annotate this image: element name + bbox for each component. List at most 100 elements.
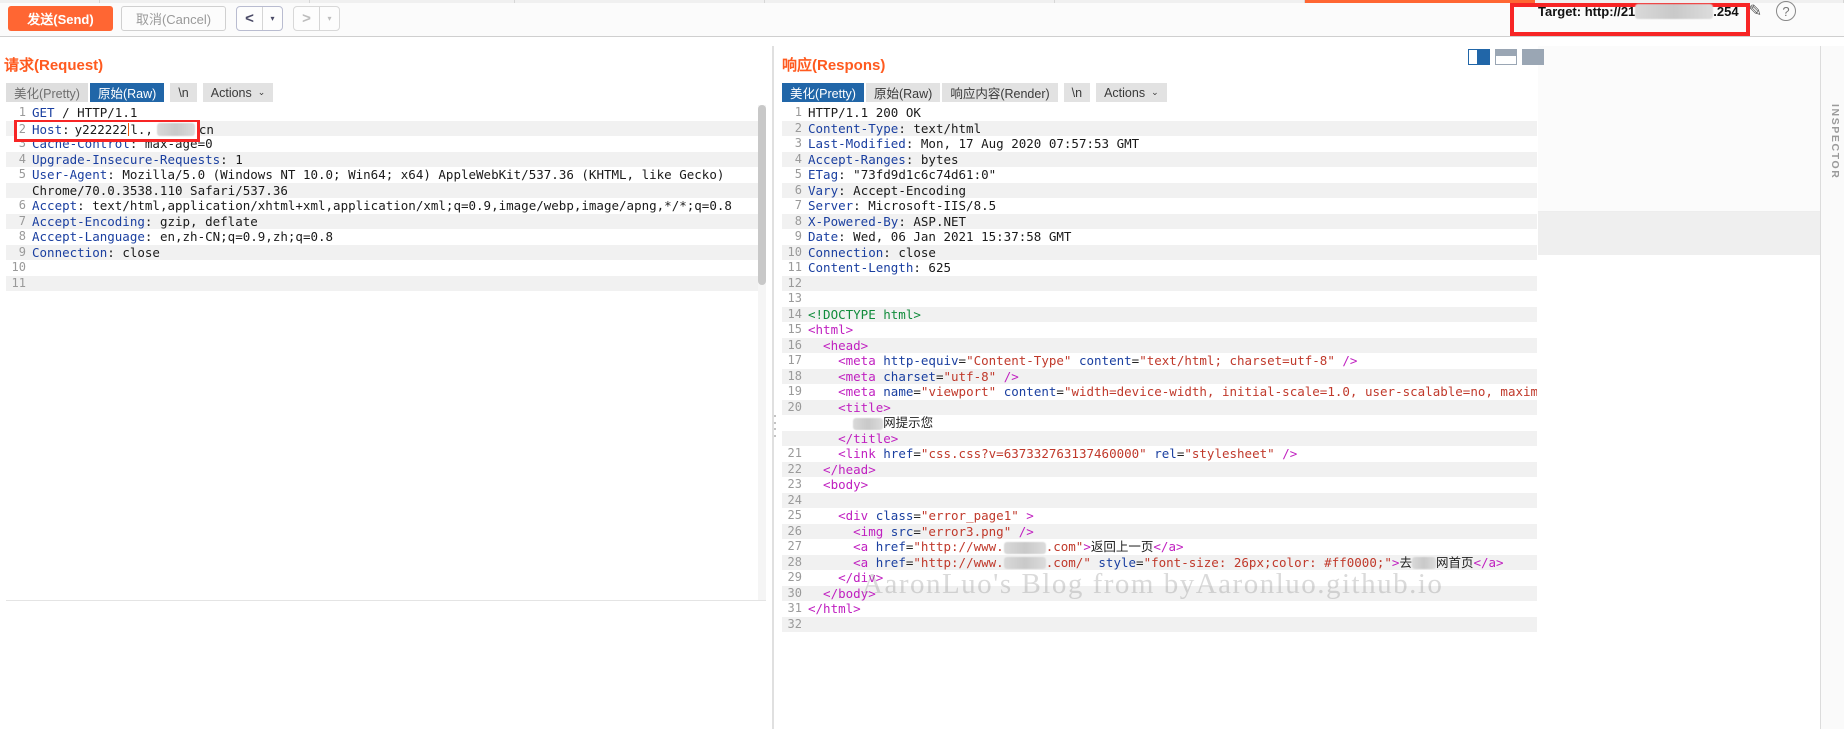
header-separator: : [144,229,160,244]
line-number: 22 [787,461,802,476]
line-number: 16 [787,337,802,352]
prev-request-group[interactable]: < ▾ [236,5,283,31]
header-name: Connection [808,244,884,260]
line-content: <title> [808,400,891,416]
response-tabbar[interactable]: 美化(Pretty) 原始(Raw) 响应内容(Render) \n Actions ⌄ [782,83,1169,102]
code-line: 3 Last-Modified: Mon, 17 Aug 2020 07:57:5… [782,136,1537,152]
line-number: 8 [18,229,26,243]
help-icon[interactable]: ? [1776,1,1796,21]
response-tab-2[interactable]: 响应内容(Render) [942,83,1060,102]
line-number: 11 [11,275,26,290]
attribute-value: "error_page1" [920,508,1019,523]
prev-arrow-icon[interactable]: < [237,7,262,30]
line-number: 27 [787,539,802,553]
pane-splitter[interactable] [772,46,774,729]
code-line: 网提示您 [782,415,1537,431]
header-separator [55,105,63,120]
code-line: 10 [6,260,766,276]
request-tabbar[interactable]: 美化(Pretty) 原始(Raw) \n Actions ⌄ [6,83,276,102]
target-host-visible-start: 21 [1620,3,1636,19]
line-number: 13 [787,291,802,305]
header-value: Mon, 17 Aug 2020 07:57:53 GMT [920,136,1140,151]
line-number: 6 [794,182,802,197]
tag-open: <meta [838,368,876,384]
code-line: 10 Connection: close [782,244,1537,261]
code-line: 30 </body> [782,585,1537,601]
tag-close: > [1026,508,1034,523]
code-line: 13 [782,291,1537,307]
request-bottom-divider [6,600,766,601]
drag-handle[interactable] [772,415,778,437]
attribute-name: content [1078,353,1132,368]
line-number: 5 [794,167,802,181]
header-name: Last-Modified [808,136,906,151]
href-value-end: .com/" [1045,554,1091,570]
request-tab-2[interactable]: \n [170,83,199,102]
attribute-name: content [1003,384,1057,399]
response-tab-0[interactable]: 美化(Pretty) [782,83,866,102]
code-line: </title> [782,430,1537,446]
header-name: ETag [808,167,839,182]
line-content: <link href="css.css?v=637332763137460000… [808,446,1297,462]
request-tab-1[interactable]: 原始(Raw) [89,83,167,102]
host-line-number: 2 [18,122,26,136]
line-content: <img src="error3.png" /> [808,524,1034,540]
line-content: 网提示您 [808,415,933,431]
request-scrollbar-thumb[interactable] [758,105,766,285]
response-tab-label: 美化(Pretty) [790,87,856,101]
anchor-tag-open: <a [853,539,869,554]
html-tag: </div> [808,570,884,585]
response-tab-1[interactable]: 原始(Raw) [865,83,943,102]
response-editor[interactable]: 1 HTTP/1.1 200 OK 2 Content-Type: text/html… [782,105,1537,725]
next-chevron-down-icon[interactable]: ▾ [320,7,339,30]
line-content: Date: Wed, 06 Jan 2021 15:37:58 GMT [808,229,1071,245]
href-attribute-name: href [875,554,906,570]
anchor-tag-close: > [1083,539,1091,554]
attribute-value: "error3.png" [920,523,1012,539]
request-tab-0[interactable]: 美化(Pretty) [6,83,90,102]
status-line: HTTP/1.1 200 OK [808,105,921,120]
send-button[interactable]: 发送(Send) [8,5,113,31]
href-value-start: "http://www. [913,539,1004,554]
header-name: Content-Type [808,120,899,136]
next-request-group[interactable]: > ▾ [293,5,340,31]
edit-pencil-icon[interactable]: ✎ [1749,1,1762,21]
href-value-end: .com" [1045,539,1084,554]
layout-split-vertical-icon[interactable] [1468,49,1490,65]
attribute-value: "utf-8" [943,368,997,384]
layout-switcher[interactable] [1468,49,1544,65]
header-name: Upgrade-Insecure-Requests [32,151,221,167]
line-number: 12 [787,275,802,290]
response-tab-4[interactable]: Actions ⌄ [1096,83,1169,102]
right-empty-area [1538,46,1820,729]
next-arrow-icon[interactable]: > [294,7,319,30]
layout-split-horizontal-icon[interactable] [1495,49,1517,65]
prev-chevron-down-icon[interactable]: ▾ [263,7,282,30]
anchor-closing-tag: </a> [1473,554,1504,570]
code-line: 1 HTTP/1.1 200 OK [782,105,1537,121]
inspector-sidebar[interactable]: INSPECTOR [1820,46,1844,729]
request-tab-label: \n [178,85,189,100]
line-content: Connection: close [808,245,936,261]
line-number: 25 [787,508,802,522]
request-tab-3[interactable]: Actions ⌄ [202,83,276,102]
code-line: 1 GET / HTTP/1.1 [6,105,766,121]
line-number: 3 [794,136,802,150]
cancel-button[interactable]: 取消(Cancel) [121,5,226,31]
header-name: User-Agent [32,167,108,182]
line-content: </div> [808,570,883,586]
code-line: 8 X-Powered-By: ASP.NET [782,213,1537,229]
line-content: </html> [808,601,861,617]
request-scrollbar[interactable] [758,105,766,600]
response-tab-3[interactable]: \n [1063,83,1093,102]
attribute-name: charset [883,368,936,384]
chevron-down-icon: ⌄ [1151,87,1159,97]
layout-single-icon[interactable] [1522,49,1544,65]
request-editor[interactable]: 1GET / HTTP/1.12Host: 3Cache-Control: ma… [6,105,766,600]
